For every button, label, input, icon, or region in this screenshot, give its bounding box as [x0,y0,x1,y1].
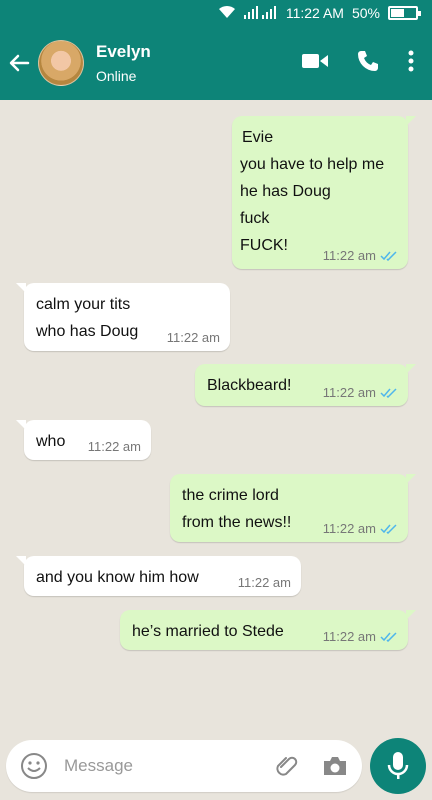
status-time: 11:22 AM [285,5,344,21]
phone-icon [358,50,378,71]
message-text: the crime lord [182,487,279,504]
message-text: Evie [242,129,274,146]
message-time: 11:22 am [87,439,141,454]
battery-percent: 50% [351,5,380,21]
double-check-icon [380,523,397,534]
message-bubble-outgoing[interactable]: Evie you have to help me he has Doug fuc… [232,116,416,269]
more-vertical-icon [408,50,414,71]
emoji-icon[interactable] [20,752,48,780]
signal-icon [243,5,278,22]
message-text: you have to help me [240,156,385,173]
message-list[interactable]: Evie you have to help me he has Doug fuc… [0,100,432,720]
message-bubble-incoming[interactable]: who 11:22 am [16,420,151,460]
message-text: fuck [240,210,270,227]
mic-button[interactable] [370,738,426,794]
message-time: 11:22 am [166,330,220,345]
double-check-icon [380,250,397,261]
message-input[interactable]: Message [6,740,362,792]
message-bubble-outgoing[interactable]: the crime lord from the news!! 11:22 am [170,474,416,542]
arrow-left-icon [9,54,30,72]
attachment-icon[interactable] [274,753,300,779]
video-call-button[interactable] [302,52,328,75]
chat-header: Evelyn Online [0,26,432,100]
back-button[interactable] [0,26,38,100]
avatar[interactable] [38,40,84,86]
status-bar: 11:22 AM 50% [0,0,432,26]
composer-bar: Message [0,720,432,800]
video-camera-icon [302,53,328,68]
message-text: he has Doug [240,183,331,200]
double-check-icon [380,387,397,398]
message-bubble-outgoing[interactable]: Blackbeard! 11:22 am [195,364,416,406]
message-time: 11:22 am [322,521,376,536]
message-bubble-outgoing[interactable]: he’s married to Stede 11:22 am [120,610,416,650]
more-options-button[interactable] [408,50,414,77]
wifi-icon [218,5,236,22]
contact-info[interactable]: Evelyn Online [96,42,151,84]
voice-call-button[interactable] [356,49,380,78]
camera-icon[interactable] [322,755,348,777]
message-placeholder: Message [64,756,133,775]
message-time: 11:22 am [237,575,291,590]
message-time: 11:22 am [322,385,376,400]
battery-icon [388,6,421,20]
message-bubble-incoming[interactable]: calm your tits who has Doug 11:22 am [16,283,230,351]
contact-name: Evelyn [96,42,151,61]
presence-status: Online [96,68,137,84]
microphone-icon [387,752,409,779]
message-text: calm your tits [36,296,131,313]
message-bubble-incoming[interactable]: and you know him how 11:22 am [16,556,301,596]
message-time: 11:22 am [322,629,376,644]
double-check-icon [380,631,397,642]
message-time: 11:22 am [322,248,376,263]
